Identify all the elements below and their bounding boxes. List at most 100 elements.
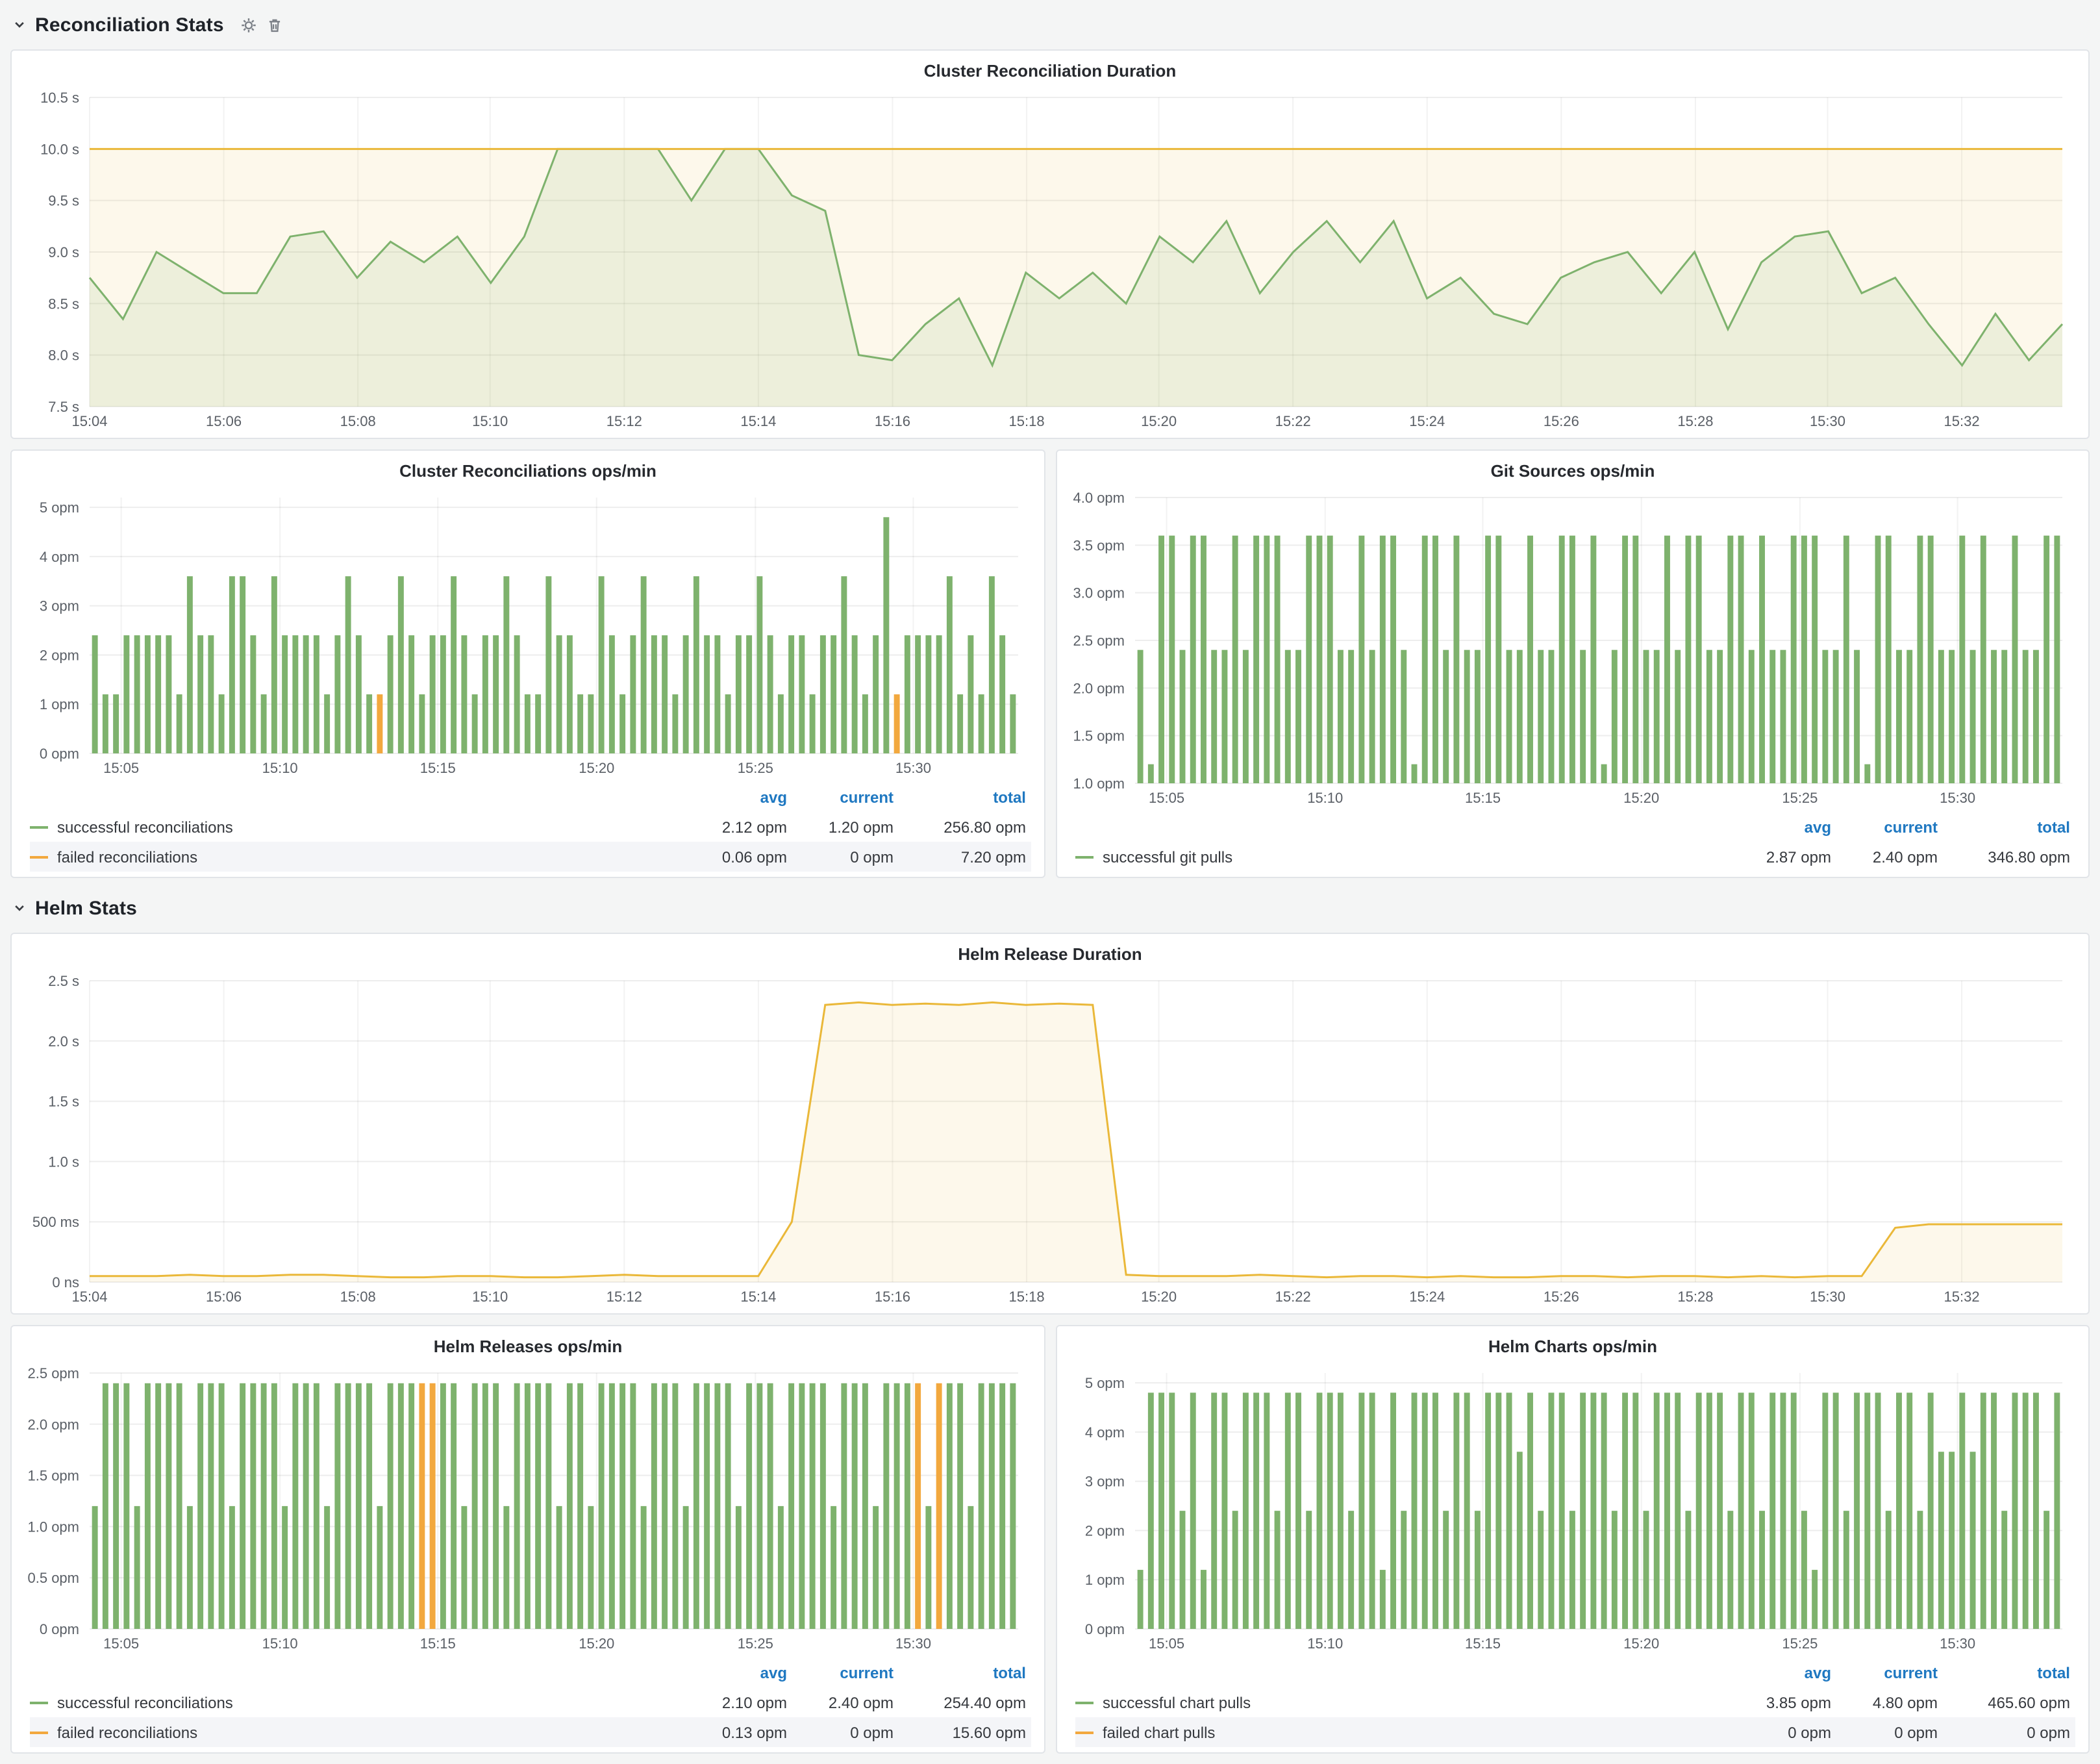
bar — [894, 694, 900, 753]
bar — [1938, 1452, 1944, 1629]
legend-header-avg[interactable]: avg — [686, 788, 792, 806]
x-axis-label: 15:12 — [606, 413, 642, 429]
bar — [1559, 1392, 1565, 1629]
panel-title-git-sources-opm[interactable]: Git Sources ops/min — [1068, 456, 2078, 487]
y-axis-label: 4 opm — [40, 549, 79, 565]
panel-title-helm-charts-opm[interactable]: Helm Charts ops/min — [1068, 1331, 2078, 1363]
bar — [1759, 1511, 1765, 1629]
chart-svg: 15:0415:0615:0815:1015:1215:1415:1615:18… — [22, 87, 2078, 433]
bar — [1675, 650, 1681, 783]
section-title[interactable]: Reconciliation Stats — [35, 14, 224, 36]
bar — [145, 635, 151, 753]
bar — [1864, 764, 1870, 783]
y-axis-label: 2.0 opm — [28, 1417, 80, 1433]
x-axis-label: 15:22 — [1275, 1289, 1311, 1305]
bar — [1538, 1511, 1544, 1629]
legend-label[interactable]: failed reconciliations — [30, 1723, 686, 1741]
x-axis-label: 15:18 — [1009, 413, 1045, 429]
bar — [1781, 650, 1786, 783]
legend-label[interactable]: failed reconciliations — [30, 848, 686, 866]
legend-label[interactable]: successful reconciliations — [30, 818, 686, 836]
legend-header-row: avg current total — [30, 782, 1031, 812]
bar — [314, 1383, 319, 1629]
helm-release-duration-chart[interactable]: 15:0415:0615:0815:1015:1215:1415:1615:18… — [22, 970, 2078, 1308]
panel-title-cluster-reconciliations-opm[interactable]: Cluster Reconciliations ops/min — [22, 456, 1034, 487]
legend-header-current[interactable]: current — [792, 1663, 899, 1682]
x-axis-label: 15:08 — [340, 413, 376, 429]
bar — [694, 1383, 699, 1629]
bar — [282, 635, 288, 753]
legend-header-total[interactable]: total — [899, 788, 1031, 806]
bar — [292, 1383, 298, 1629]
bar — [1517, 1452, 1523, 1629]
legend-header-total[interactable]: total — [899, 1663, 1031, 1682]
bar — [979, 694, 984, 753]
legend-header-avg[interactable]: avg — [686, 1663, 792, 1682]
legend-header-avg[interactable]: avg — [1730, 1663, 1836, 1682]
trash-icon[interactable] — [267, 16, 284, 33]
bar — [714, 635, 720, 753]
bar — [197, 1383, 203, 1629]
panel-title-cluster-reconciliation-duration[interactable]: Cluster Reconciliation Duration — [22, 56, 2078, 87]
legend-header-current[interactable]: current — [792, 788, 899, 806]
legend-header-avg[interactable]: avg — [1730, 818, 1836, 836]
legend-label[interactable]: successful git pulls — [1075, 848, 1730, 866]
y-axis-label: 9.5 s — [48, 193, 79, 209]
bar — [1211, 1392, 1217, 1629]
bar — [2001, 1511, 2007, 1629]
bar — [240, 1383, 245, 1629]
bar — [683, 1506, 689, 1629]
legend-header-total[interactable]: total — [1943, 818, 2075, 836]
x-axis-label: 15:14 — [740, 1289, 776, 1305]
x-axis-label: 15:10 — [262, 760, 298, 776]
section-header-helm-stats[interactable]: Helm Stats — [13, 894, 2090, 922]
bar — [250, 635, 256, 753]
bar — [630, 635, 636, 753]
cluster-reconciliations-opm-chart[interactable]: 15:0515:1015:1515:2015:2515:305 opm4 opm… — [22, 487, 1034, 779]
bar — [1749, 1392, 1755, 1629]
legend-header-current[interactable]: current — [1836, 1663, 1943, 1682]
section-title[interactable]: Helm Stats — [35, 897, 137, 919]
bar — [440, 635, 446, 753]
bar — [989, 1383, 995, 1629]
bar — [1201, 536, 1206, 783]
helm-releases-opm-chart[interactable]: 15:0515:1015:1515:2015:2515:302.5 opm2.0… — [22, 1363, 1034, 1655]
bar — [873, 635, 879, 753]
legend-current-value: 4.80 opm — [1836, 1693, 1943, 1711]
helm-charts-opm-chart[interactable]: 15:0515:1015:1515:2015:2515:305 opm4 opm… — [1068, 1363, 2078, 1655]
gear-icon[interactable] — [241, 16, 258, 33]
bar — [324, 1506, 330, 1629]
bar — [1580, 1392, 1586, 1629]
x-axis-label: 15:28 — [1677, 413, 1713, 429]
section-header-reconciliation-stats[interactable]: Reconciliation Stats — [13, 10, 2090, 39]
bar — [2012, 536, 2018, 783]
x-axis-label: 15:08 — [340, 1289, 376, 1305]
series-dash-icon — [30, 1731, 48, 1733]
bar — [1791, 1392, 1797, 1629]
x-axis-label: 15:26 — [1544, 1289, 1579, 1305]
bar — [292, 635, 298, 753]
bar — [1864, 1392, 1870, 1629]
bar — [1886, 1511, 1892, 1629]
panel-title-helm-release-duration[interactable]: Helm Release Duration — [22, 939, 2078, 970]
legend-label[interactable]: failed chart pulls — [1075, 1723, 1730, 1741]
bar — [746, 635, 752, 753]
panel-git-sources-opm: Git Sources ops/min 15:0515:1015:1515:20… — [1056, 449, 2090, 878]
legend-header-current[interactable]: current — [1836, 818, 1943, 836]
x-axis-label: 15:28 — [1677, 1289, 1713, 1305]
panel-title-helm-releases-opm[interactable]: Helm Releases ops/min — [22, 1331, 1034, 1363]
y-axis-label: 3 opm — [1085, 1474, 1125, 1490]
x-axis-label: 15:05 — [103, 1635, 139, 1652]
chevron-down-icon[interactable] — [13, 901, 26, 914]
chevron-down-icon[interactable] — [13, 18, 26, 31]
legend-label[interactable]: successful chart pulls — [1075, 1693, 1730, 1711]
bar — [398, 1383, 404, 1629]
bar — [271, 1383, 277, 1629]
bar — [989, 576, 995, 753]
legend-header-total[interactable]: total — [1943, 1663, 2075, 1682]
bar — [641, 576, 647, 753]
cluster-reconciliation-duration-chart[interactable]: 15:0415:0615:0815:1015:1215:1415:1615:18… — [22, 87, 2078, 433]
bar — [736, 1506, 742, 1629]
legend-label[interactable]: successful reconciliations — [30, 1693, 686, 1711]
git-sources-opm-chart[interactable]: 15:0515:1015:1515:2015:2515:304.0 opm3.5… — [1068, 487, 2078, 809]
